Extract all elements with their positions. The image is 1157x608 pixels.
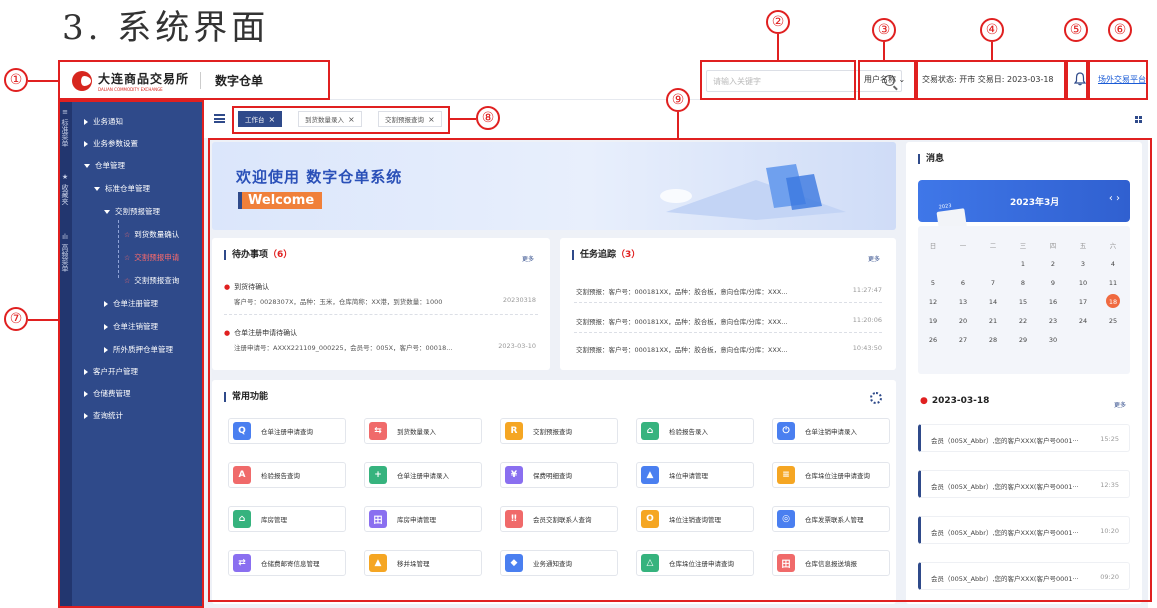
annotation-label-3: ③ xyxy=(872,18,896,42)
annotation-line-8 xyxy=(450,118,476,120)
annotation-box-4 xyxy=(916,60,1066,100)
annotation-line-7 xyxy=(28,319,58,321)
annotation-box-3 xyxy=(858,60,916,100)
annotation-label-4: ④ xyxy=(980,18,1004,42)
annotation-label-5: ⑤ xyxy=(1064,18,1088,42)
annotation-label-9: ⑨ xyxy=(666,88,690,112)
annotation-box-2 xyxy=(700,60,856,100)
document-title: 3. 系统界面 xyxy=(62,8,270,48)
annotation-line-3 xyxy=(883,42,885,60)
annotation-line-2 xyxy=(777,34,779,60)
annotation-label-8: ⑧ xyxy=(476,106,500,130)
annotation-line-4 xyxy=(991,42,993,60)
annotation-box-5 xyxy=(1066,60,1088,100)
annotation-label-7: ⑦ xyxy=(4,307,28,331)
annotation-box-9 xyxy=(208,138,1152,602)
grid-menu-icon[interactable] xyxy=(1135,116,1142,123)
annotation-box-8 xyxy=(232,106,450,134)
annotation-line-9 xyxy=(677,112,679,138)
annotation-box-1 xyxy=(58,60,330,100)
menu-collapse-icon[interactable] xyxy=(214,114,225,123)
annotation-label-1: ① xyxy=(4,68,28,92)
annotation-label-2: ② xyxy=(766,10,790,34)
annotation-box-7 xyxy=(58,100,204,608)
annotation-label-6: ⑥ xyxy=(1108,18,1132,42)
annotation-line-1 xyxy=(28,80,58,82)
annotation-box-6 xyxy=(1088,60,1148,100)
